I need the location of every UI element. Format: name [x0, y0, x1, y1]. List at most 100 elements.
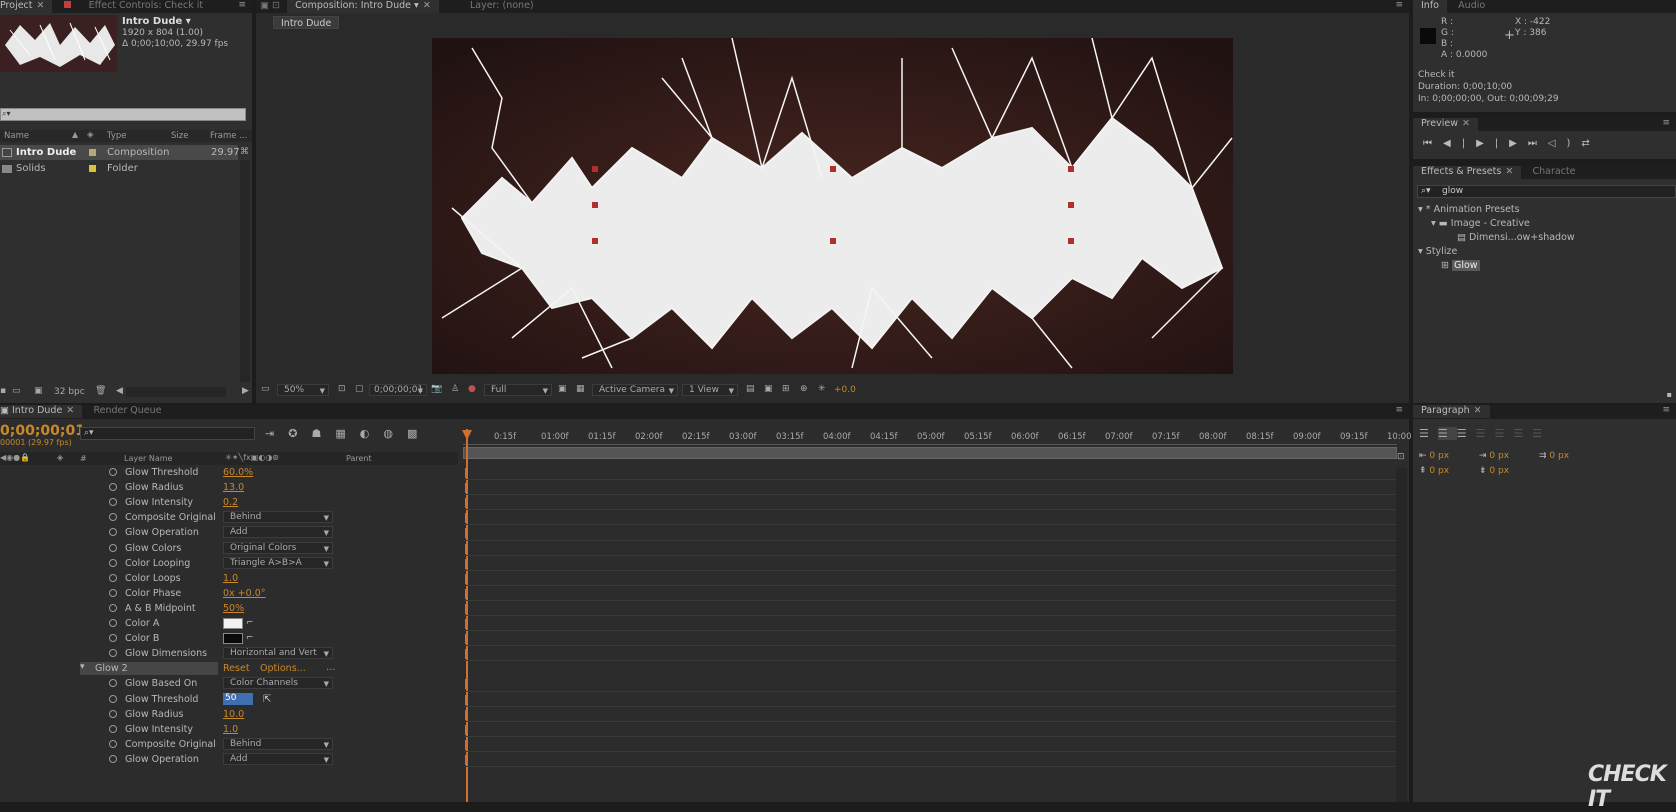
panel-menu-icon[interactable]: ≡	[1662, 405, 1670, 415]
stopwatch-icon[interactable]	[109, 694, 117, 703]
property-value[interactable]: 10.0	[223, 709, 244, 720]
tree-item[interactable]: ▾ * Animation Presets	[1418, 204, 1520, 215]
keyframe-marker[interactable]	[465, 543, 468, 554]
new-comp-icon[interactable]: ▣	[34, 386, 43, 396]
prev-frame-icon[interactable]: ◀|	[1443, 138, 1476, 149]
space-after[interactable]: ⇟ 0 px	[1479, 466, 1509, 476]
indent-right[interactable]: ⇥ 0 px	[1479, 451, 1509, 461]
flowchart-icon[interactable]: ⊕	[800, 384, 808, 394]
space-before[interactable]: ⇞ 0 px	[1419, 466, 1449, 476]
camera-dropdown[interactable]: Active Camera	[592, 384, 678, 396]
stopwatch-icon[interactable]	[109, 513, 117, 522]
safe-margins-icon[interactable]: ▢	[355, 384, 364, 394]
toggle-pixel-icon[interactable]: ▤	[746, 384, 755, 394]
stopwatch-icon[interactable]	[109, 709, 117, 718]
first-frame-icon[interactable]: ⏮	[1423, 138, 1443, 149]
tab-audio[interactable]: Audio	[1450, 0, 1493, 13]
close-icon[interactable]: ✕	[423, 0, 431, 11]
property-dropdown[interactable]: Add	[223, 752, 333, 765]
tree-item-glow[interactable]: ⊞ Glow	[1441, 260, 1480, 271]
exposure-value[interactable]: +0.0	[834, 385, 856, 395]
stopwatch-icon[interactable]	[109, 483, 117, 492]
tab-dropdown-icon[interactable]: ▾	[414, 0, 419, 11]
color-swatch[interactable]	[223, 618, 243, 629]
color-swatch[interactable]	[223, 633, 243, 645]
exposure-icon[interactable]: ✳	[818, 384, 826, 394]
panel-menu-icon[interactable]: ≡	[1395, 405, 1403, 415]
work-area-bar[interactable]	[463, 447, 1397, 459]
panel-menu-icon[interactable]: ≡	[1662, 118, 1670, 128]
views-dropdown[interactable]: 1 View	[682, 384, 738, 396]
keyframe-marker[interactable]	[465, 573, 468, 584]
align-center-icon[interactable]: ☰	[1437, 427, 1457, 440]
panel-menu-icon[interactable]: ≡	[1395, 0, 1403, 10]
property-value[interactable]: 13.0	[223, 482, 244, 493]
tab-paragraph[interactable]: Paragraph ✕	[1413, 405, 1490, 418]
col-frame[interactable]: Frame ...	[210, 131, 247, 141]
time-ruler[interactable]: 0:15f 01:00f 01:15f 02:00f 02:15f 03:00f 03:15…	[463, 431, 1412, 445]
expand-icon[interactable]: ▾	[1418, 246, 1426, 257]
timeline-search-input[interactable]: ⌕▾	[80, 427, 255, 440]
switches-icon[interactable]: ◀◉●🔒	[0, 453, 30, 462]
loop-icon[interactable]: ⇄	[1581, 138, 1600, 149]
property-dropdown[interactable]: Behind	[223, 737, 333, 750]
project-row[interactable]: Intro Dude Composition 29.97	[0, 145, 240, 160]
property-dropdown[interactable]: Add	[223, 526, 333, 539]
keyframe-marker[interactable]	[465, 558, 468, 569]
keyframe-marker[interactable]	[465, 588, 468, 599]
close-icon[interactable]: ✕	[37, 0, 45, 11]
stopwatch-icon[interactable]	[109, 634, 117, 643]
tab-info[interactable]: Info	[1413, 0, 1447, 13]
col-size[interactable]: Size	[171, 131, 188, 141]
stopwatch-icon[interactable]	[109, 558, 117, 567]
keyframe-marker[interactable]	[465, 528, 468, 539]
property-dropdown[interactable]: Color Channels	[223, 677, 333, 690]
project-row[interactable]: Solids Folder	[0, 161, 238, 176]
roi-icon[interactable]: ▣	[558, 384, 567, 394]
col-type[interactable]: Type	[107, 131, 127, 141]
more-icon[interactable]: ...	[326, 662, 336, 673]
fit-icon[interactable]: ⊡	[338, 384, 346, 394]
stopwatch-icon[interactable]	[109, 619, 117, 627]
stopwatch-icon[interactable]	[109, 498, 117, 507]
last-frame-icon[interactable]: ⏭	[1528, 138, 1548, 149]
stopwatch-icon[interactable]	[109, 528, 117, 537]
property-value[interactable]: 0x +0.0°	[223, 588, 266, 599]
tab-effect-controls[interactable]: Effect Controls: Check it	[56, 0, 211, 13]
keyframe-marker[interactable]	[465, 483, 468, 494]
resolution-dropdown[interactable]: Full	[484, 384, 552, 396]
property-value[interactable]: 1.0	[223, 573, 238, 584]
play-icon[interactable]: ▶	[1476, 138, 1495, 149]
stopwatch-icon[interactable]	[109, 649, 117, 658]
property-value[interactable]: 1.0	[223, 724, 238, 735]
align-left-icon[interactable]: ☰	[1419, 427, 1438, 440]
label-tag-icon[interactable]: ◈	[57, 453, 63, 462]
stopwatch-icon[interactable]	[109, 468, 117, 476]
zoom-dropdown[interactable]: 50%	[277, 384, 329, 396]
keyframe-marker[interactable]	[465, 603, 468, 614]
close-icon[interactable]: ✕	[1505, 166, 1513, 177]
justify-all-icon[interactable]: ☰	[1532, 427, 1551, 440]
tab-composition[interactable]: Composition: Intro Dude ▾ ✕	[287, 0, 439, 13]
stopwatch-icon[interactable]	[109, 679, 117, 688]
panel-menu-icon[interactable]: ≡	[238, 0, 246, 10]
label-tag-icon[interactable]: ◈	[87, 130, 94, 140]
keyframe-marker[interactable]	[465, 679, 468, 690]
indent-first[interactable]: ⇉ 0 px	[1539, 451, 1569, 461]
reset-link[interactable]: Reset	[223, 663, 250, 674]
lock-icon[interactable]: ▣ ⊡	[256, 0, 284, 13]
options-link[interactable]: Options...	[260, 663, 306, 674]
scroll-left-icon[interactable]: ◀	[116, 386, 123, 396]
scroll-right-icon[interactable]: ▶	[242, 386, 249, 396]
audio-icon[interactable]: ◁)	[1548, 138, 1582, 149]
snapshot-icon[interactable]: 📷	[431, 384, 442, 394]
keyframe-marker[interactable]	[465, 649, 468, 660]
motion-blur-icon[interactable]: ◐	[360, 427, 384, 440]
current-timecode[interactable]: 0;00;00;01	[0, 423, 85, 439]
keyframe-marker[interactable]	[465, 634, 468, 645]
property-value[interactable]: 50%	[223, 603, 244, 614]
property-value[interactable]: 60.0%	[223, 467, 253, 478]
graph-editor-icon[interactable]: ◍	[383, 427, 407, 440]
align-right-icon[interactable]: ☰	[1457, 427, 1476, 440]
tab-render-queue[interactable]: Render Queue	[85, 405, 169, 418]
